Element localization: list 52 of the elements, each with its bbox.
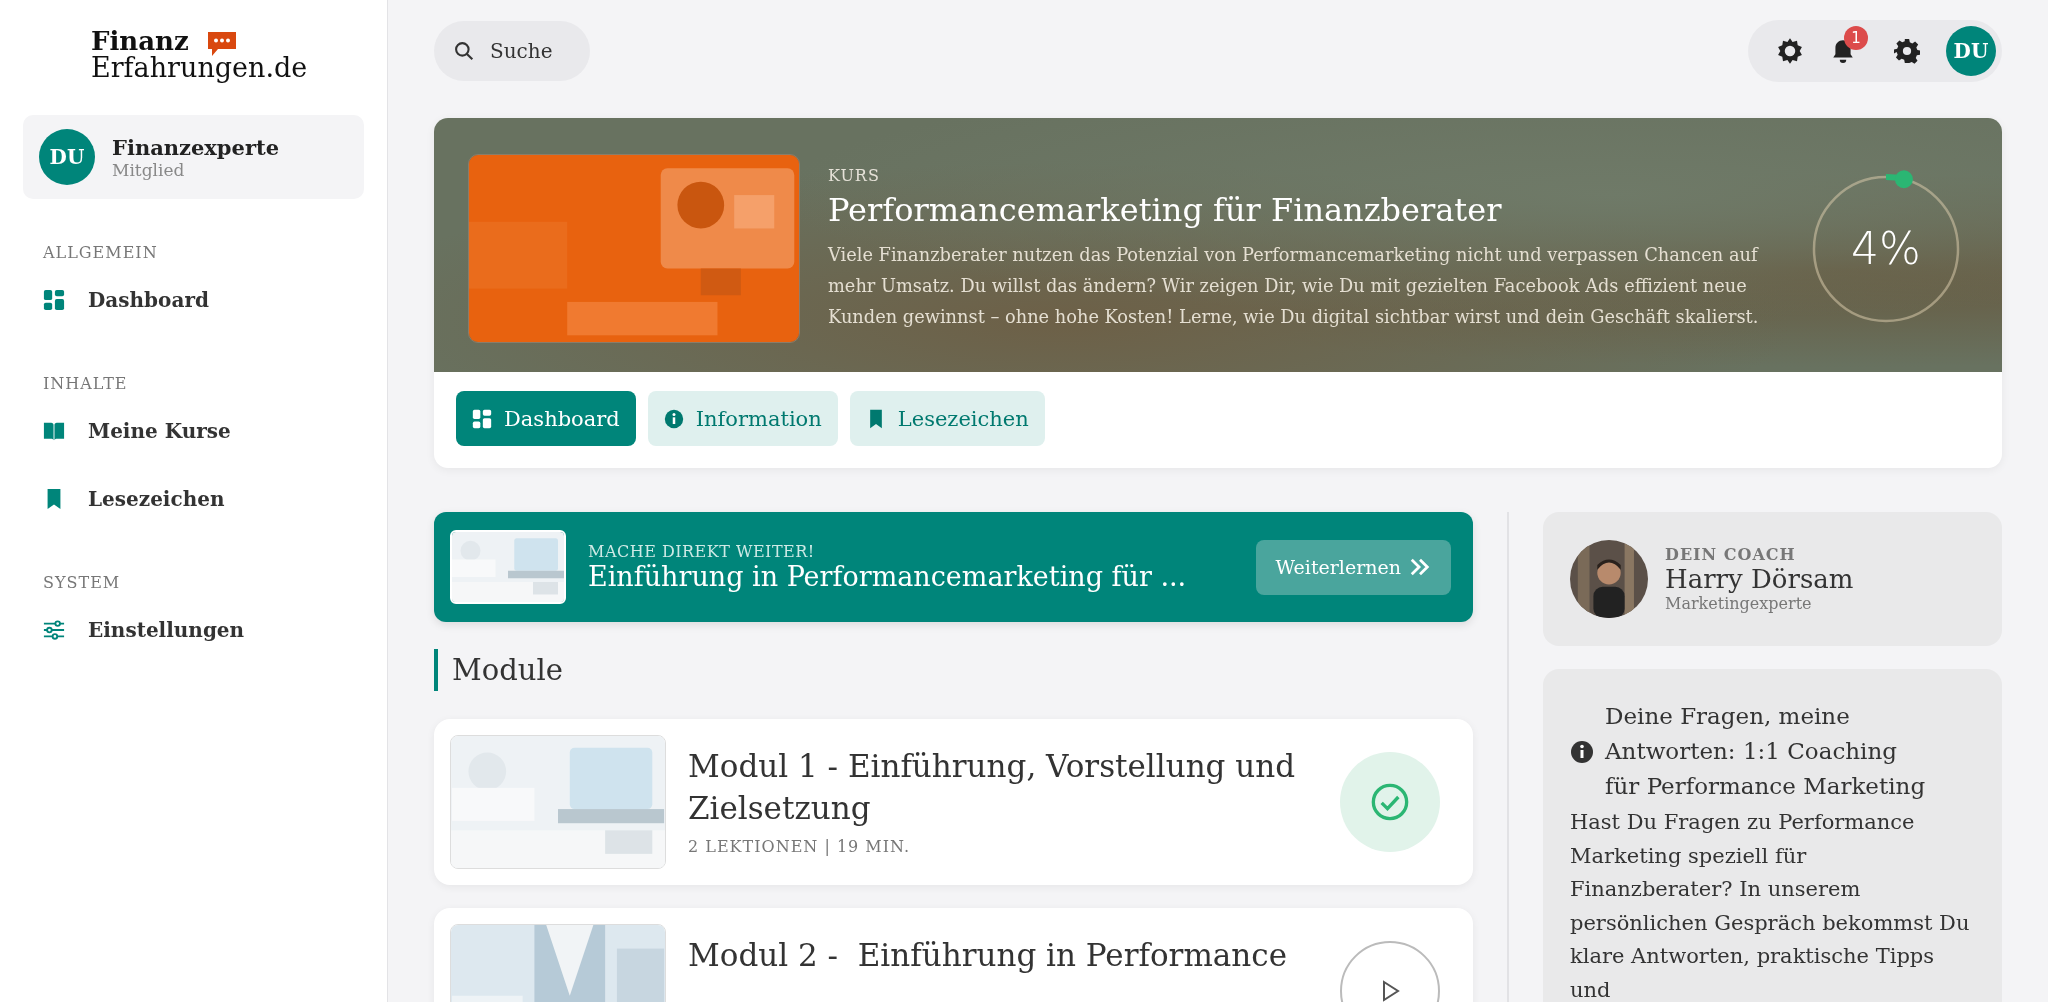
notification-badge: 1 [1844, 26, 1868, 50]
lesson-title: Einführung in Performancemarketing für ... [588, 561, 1188, 592]
tab[interactable]: Dashboard [456, 391, 636, 446]
user-avatar[interactable]: DU [1946, 26, 1996, 76]
dashboard-icon [43, 289, 65, 311]
settings-button[interactable] [1894, 38, 1920, 64]
module-card[interactable]: Modul 1 - Einführung, Vorstellung und Zielsetzung 2 LEKTIONEN | 19 MIN. [434, 719, 1473, 885]
double-chevron-icon [1409, 556, 1431, 578]
progress-percentage: 4% [1851, 226, 1921, 271]
tab[interactable]: Information [647, 391, 838, 446]
logo-text: Erfahrungen.de [91, 54, 308, 81]
coach-label: DEIN COACH [1665, 545, 1797, 564]
check-circle-icon [1370, 782, 1410, 822]
module-meta: 2 LEKTIONEN | 19 MIN. [688, 837, 912, 856]
module-title: Modul 2 - Einführung in Performance [688, 936, 1288, 975]
nav-section-heading: SYSTEM [43, 573, 121, 592]
sidebar-item[interactable]: Lesezeichen [23, 469, 364, 529]
continue-label: MACHE DIREKT WEITER! [588, 542, 816, 561]
user-name: Finanzexperte [112, 134, 279, 160]
nav-section-heading: ALLGEMEIN [43, 243, 158, 262]
coach-role: Marketingexperte [1665, 594, 1813, 613]
sidebar-item[interactable]: Einstellungen [23, 600, 364, 660]
info-icon [663, 408, 684, 429]
info-title: Deine Fragen, meine Antworten: 1:1 Coaching für Performance Marketing [1605, 702, 1927, 801]
sliders-icon [43, 619, 65, 641]
settings-icon [1894, 38, 1920, 64]
search-icon [454, 41, 474, 61]
nav-section-heading: INHALTE [43, 374, 128, 393]
book-icon [43, 420, 65, 442]
user-card[interactable]: DU Finanzexperte Mitglied [23, 115, 364, 199]
user-role: Mitglied [112, 159, 186, 180]
sidebar-item[interactable]: Dashboard [23, 270, 364, 330]
progress-handle [1894, 169, 1913, 188]
module-card[interactable]: Modul 2 - Einführung in Performance [434, 908, 1473, 1002]
section-heading: Module [434, 649, 1473, 691]
course-title: Performancemarketing für Finanzberater [828, 190, 1503, 229]
course-description: Viele Finanzberater nutzen das Potenzial von Performancemarketing nicht und verpassen Chancen auf mehr Umsatz. Du willst das ändern? Wir zeigen Dir, wie Du mit gezielten Facebook Ads effizient neue Kunden gewinnst – ohne hohe Kosten! Lerne, wie Du digital sichtbar wirst und dein Geschäft skalierst. [828, 242, 1760, 329]
sidebar-item[interactable]: Meine Kurse [23, 401, 364, 461]
chat-bubble-icon [208, 32, 236, 56]
logo-text: Finanz [91, 28, 189, 54]
module-title: Modul 1 - Einführung, Vorstellung und Zielsetzung [688, 747, 1297, 828]
tab[interactable]: Lesezeichen [849, 391, 1045, 446]
dashboard-icon [472, 408, 492, 429]
notifications-button[interactable]: 1 [1830, 26, 1868, 64]
user-avatar: DU [39, 129, 95, 185]
course-label: KURS [828, 165, 881, 185]
coach-name: Harry Dörsam [1665, 564, 1854, 594]
theme-toggle-button[interactable] [1776, 37, 1804, 65]
sun-icon [1776, 37, 1804, 65]
info-text: Hast Du Fragen zu Performance Marketing speziell für Finanzberater? In unserem persönlichen Gespräch bekommst Du klare Antworten, praktische Tipps und [1570, 809, 1971, 1002]
info-icon [1570, 739, 1594, 764]
search-field[interactable]: Suche [434, 21, 590, 81]
